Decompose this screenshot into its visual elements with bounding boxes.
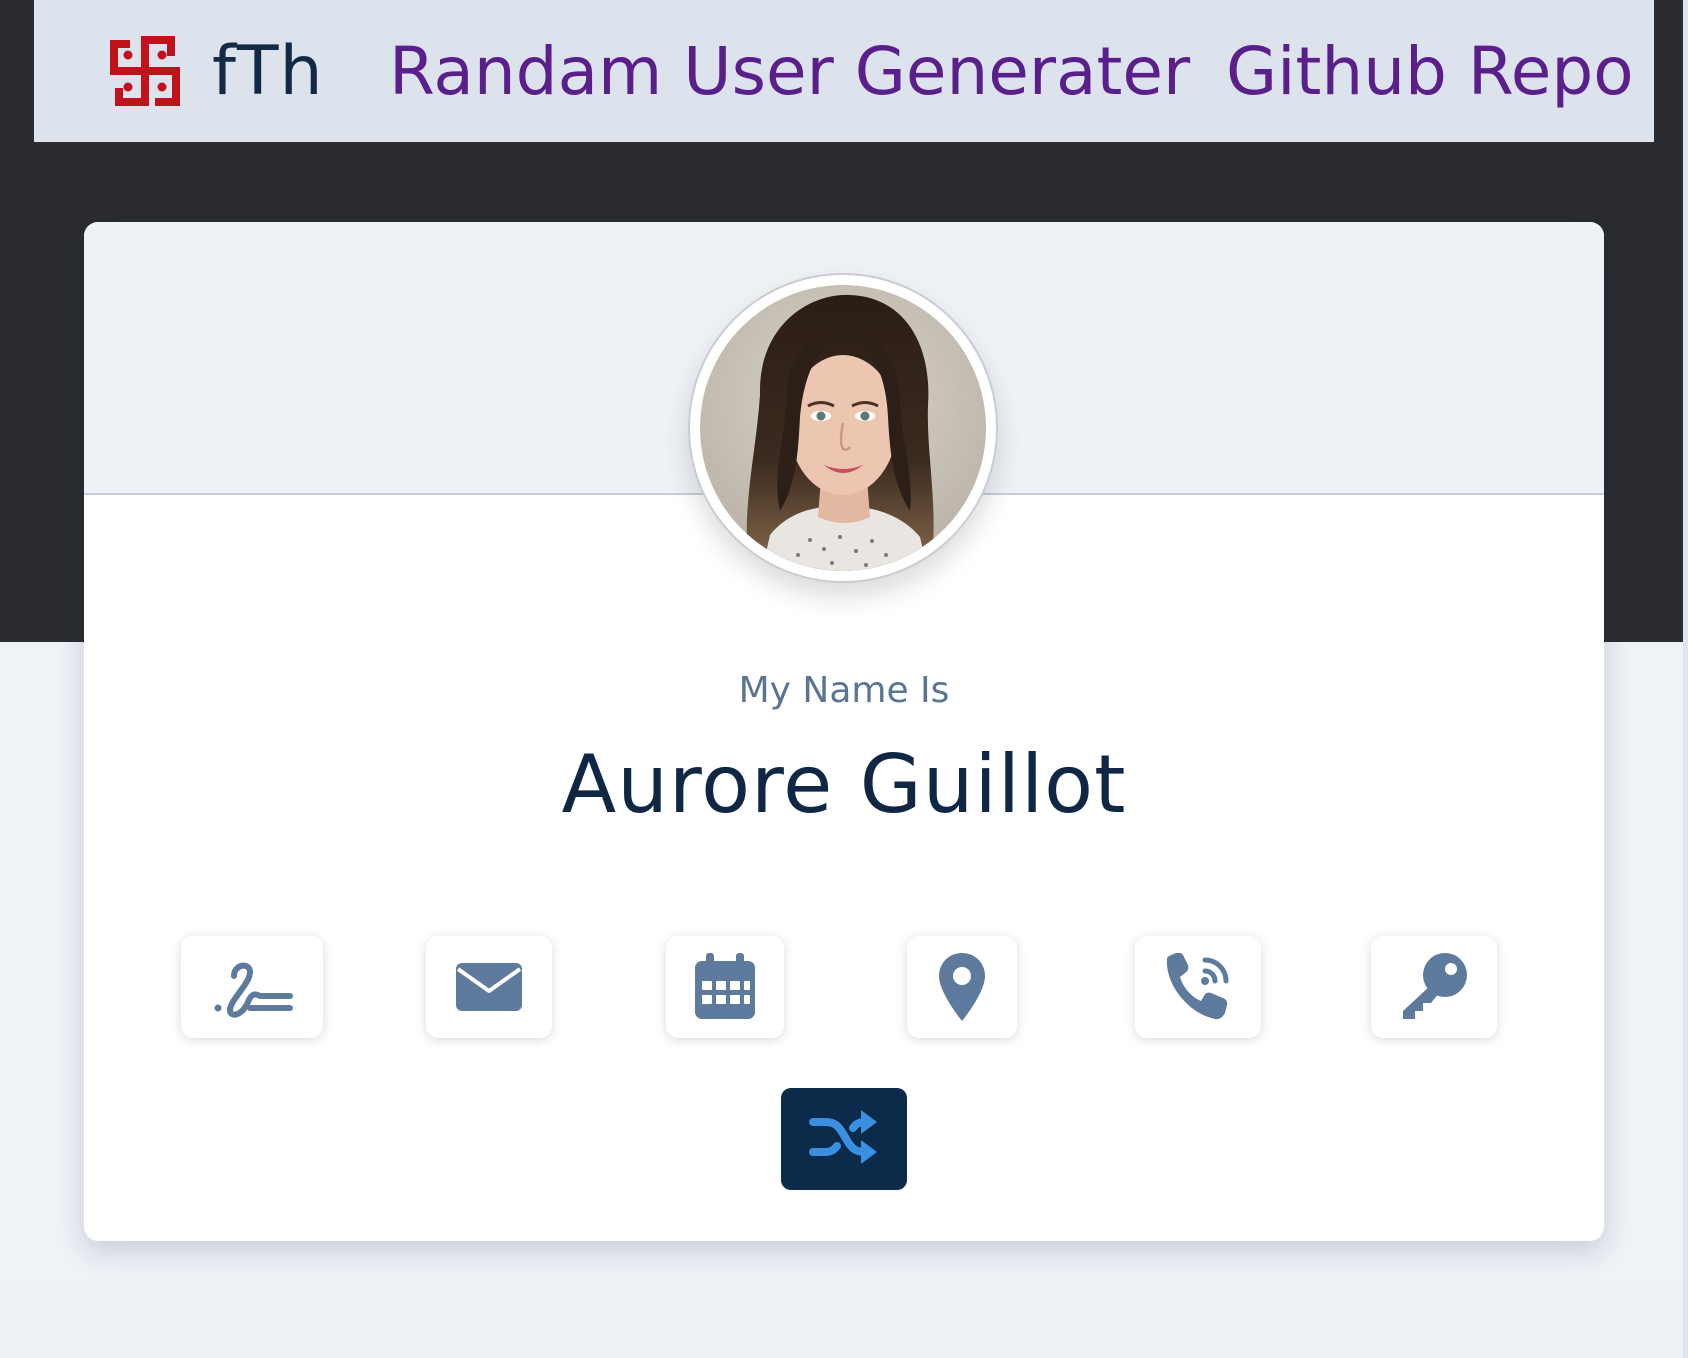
envelope-icon (454, 959, 524, 1015)
footer-background (0, 1282, 1688, 1358)
shuffle-button[interactable] (781, 1088, 907, 1190)
location-button[interactable] (907, 936, 1017, 1038)
nav-link-github-repo[interactable]: Github Repo (1226, 30, 1634, 114)
user-card: My Name Is Aurore Guillot (84, 222, 1604, 1241)
info-label: My Name Is (738, 670, 950, 711)
avatar (700, 285, 986, 571)
avatar-frame (688, 273, 998, 583)
map-marker-icon (939, 953, 985, 1021)
phone-volume-icon (1163, 953, 1233, 1021)
page-edge (1683, 0, 1688, 1358)
navbar: fTh Randam User Generater Github Repo (34, 0, 1654, 142)
info-value: Aurore Guillot (561, 738, 1127, 831)
password-button[interactable] (1371, 936, 1497, 1038)
swastika-logo-icon[interactable] (104, 30, 186, 112)
nav-link-generator[interactable]: Randam User Generater (389, 30, 1190, 114)
birthday-button[interactable] (666, 936, 784, 1038)
signature-icon (210, 956, 294, 1018)
calendar-icon (694, 953, 756, 1021)
brand-name[interactable]: fTh (212, 30, 324, 114)
phone-button[interactable] (1135, 936, 1261, 1038)
shuffle-icon (809, 1108, 879, 1170)
email-button[interactable] (426, 936, 552, 1038)
name-button[interactable] (181, 936, 323, 1038)
key-icon (1399, 953, 1469, 1021)
